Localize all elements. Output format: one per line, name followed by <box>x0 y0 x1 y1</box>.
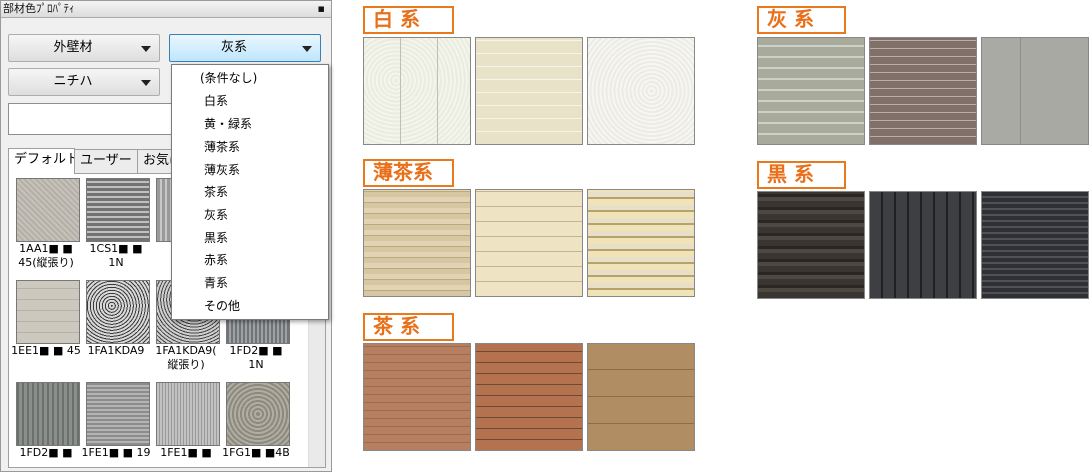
material-code: 1FD2■ ■ <box>19 446 73 459</box>
material-item[interactable]: 1AA1■ ■ 45(縦張り) <box>11 178 81 270</box>
swatch-brown-1 <box>363 343 471 451</box>
material-item[interactable]: 1FE1■ ■ 19 <box>81 382 151 460</box>
dropdown-option-yellow-green[interactable]: 黄・緑系 <box>204 116 252 132</box>
dropdown-option-other[interactable]: その他 <box>204 298 240 314</box>
material-type-combo[interactable]: 外壁材 <box>8 34 160 62</box>
tab-label: デフォルト <box>14 152 75 167</box>
pin-icon[interactable]: ▪ <box>318 1 325 17</box>
material-sub: 45(縦張り) <box>18 256 74 269</box>
material-thumbnail <box>226 382 290 446</box>
swatch-white-2 <box>475 37 583 145</box>
legend-title-black: 黒 系 <box>757 161 846 189</box>
dropdown-option-brown[interactable]: 茶系 <box>204 184 228 200</box>
material-item[interactable]: 1FG1■ ■4B <box>221 382 291 460</box>
material-code: 1FA1KDA9( <box>155 344 217 357</box>
dropdown-option-blue[interactable]: 青系 <box>204 275 228 291</box>
tab-label: ユーザー <box>80 153 132 168</box>
dropdown-option-light-brown[interactable]: 薄茶系 <box>204 139 240 155</box>
dropdown-option-black[interactable]: 黒系 <box>204 230 228 246</box>
material-code: 1FE1■ ■ 19 <box>81 446 151 459</box>
screen: 部材色ﾌﾟﾛﾊﾟﾃｨ ▪ 外壁材 灰系 ニチハ デフォルト ユーザー お気に 1… <box>0 0 1089 472</box>
color-family-combo[interactable]: 灰系 <box>169 34 321 62</box>
tab-default[interactable]: デフォルト <box>8 148 75 174</box>
material-color-properties-panel: 部材色ﾌﾟﾛﾊﾟﾃｨ ▪ 外壁材 灰系 ニチハ デフォルト ユーザー お気に 1… <box>0 0 332 472</box>
material-sub: 1N <box>108 256 124 269</box>
material-code: 1FE1■ ■ <box>160 446 212 459</box>
material-thumbnail <box>16 178 80 242</box>
dropdown-option-light-gray[interactable]: 薄灰系 <box>204 162 240 178</box>
material-item[interactable]: 1EE1■ ■ 45 <box>11 280 81 358</box>
swatch-light-brown-1 <box>363 189 471 297</box>
swatch-black-3 <box>981 191 1089 299</box>
material-item[interactable]: 1FA1KDA9 <box>81 280 151 358</box>
swatch-gray-3 <box>981 37 1089 145</box>
material-item[interactable]: 1CS1■ ■ 1N <box>81 178 151 270</box>
material-thumbnail <box>86 178 150 242</box>
swatch-white-3 <box>587 37 695 145</box>
material-thumbnail <box>86 382 150 446</box>
material-thumbnail <box>16 382 80 446</box>
dropdown-option-gray[interactable]: 灰系 <box>204 207 228 223</box>
chevron-down-icon <box>141 80 151 86</box>
material-item[interactable]: 1FE1■ ■ <box>151 382 221 460</box>
swatch-brown-2 <box>475 343 583 451</box>
dropdown-option-none[interactable]: (条件なし) <box>200 70 257 86</box>
swatch-gray-1 <box>757 37 865 145</box>
legend-title-white: 白 系 <box>363 6 454 34</box>
chevron-down-icon <box>141 46 151 52</box>
dropdown-option-red[interactable]: 赤系 <box>204 252 228 268</box>
material-code: 1AA1■ ■ <box>19 242 73 255</box>
panel-title: 部材色ﾌﾟﾛﾊﾟﾃｨ <box>3 2 75 15</box>
swatch-light-brown-2 <box>475 189 583 297</box>
swatch-black-2 <box>869 191 977 299</box>
material-code: 1EE1■ ■ 45 <box>11 344 81 357</box>
chevron-down-icon <box>302 46 312 52</box>
legend-title-gray: 灰 系 <box>757 6 846 34</box>
material-thumbnail <box>156 382 220 446</box>
material-code: 1FA1KDA9 <box>87 344 145 357</box>
swatch-brown-3 <box>587 343 695 451</box>
material-sub: 縦張り) <box>167 358 205 371</box>
material-item[interactable]: 1FD2■ ■ <box>11 382 81 460</box>
panel-titlebar: 部材色ﾌﾟﾛﾊﾟﾃｨ ▪ <box>1 1 331 18</box>
swatch-gray-2 <box>869 37 977 145</box>
color-family-value: 灰系 <box>220 40 247 55</box>
tab-user[interactable]: ユーザー <box>74 149 138 174</box>
material-code: 1FG1■ ■4B <box>222 446 290 459</box>
material-type-value: 外壁材 <box>53 40 93 55</box>
color-family-dropdown-list: (条件なし) 白系 黄・緑系 薄茶系 薄灰系 茶系 灰系 黒系 赤系 青系 その… <box>171 64 329 320</box>
dropdown-option-white[interactable]: 白系 <box>204 93 228 109</box>
material-thumbnail <box>86 280 150 344</box>
swatch-light-brown-3 <box>587 189 695 297</box>
maker-value: ニチハ <box>53 74 93 89</box>
swatch-black-1 <box>757 191 865 299</box>
swatch-white-1 <box>363 37 471 145</box>
material-thumbnail <box>16 280 80 344</box>
maker-combo[interactable]: ニチハ <box>8 68 160 96</box>
material-code: 1FD2■ ■ <box>229 344 283 357</box>
legend-title-brown: 茶 系 <box>363 313 454 341</box>
material-code: 1CS1■ ■ <box>89 242 143 255</box>
material-sub: 1N <box>248 358 264 371</box>
legend-title-light-brown: 薄茶系 <box>363 159 454 187</box>
